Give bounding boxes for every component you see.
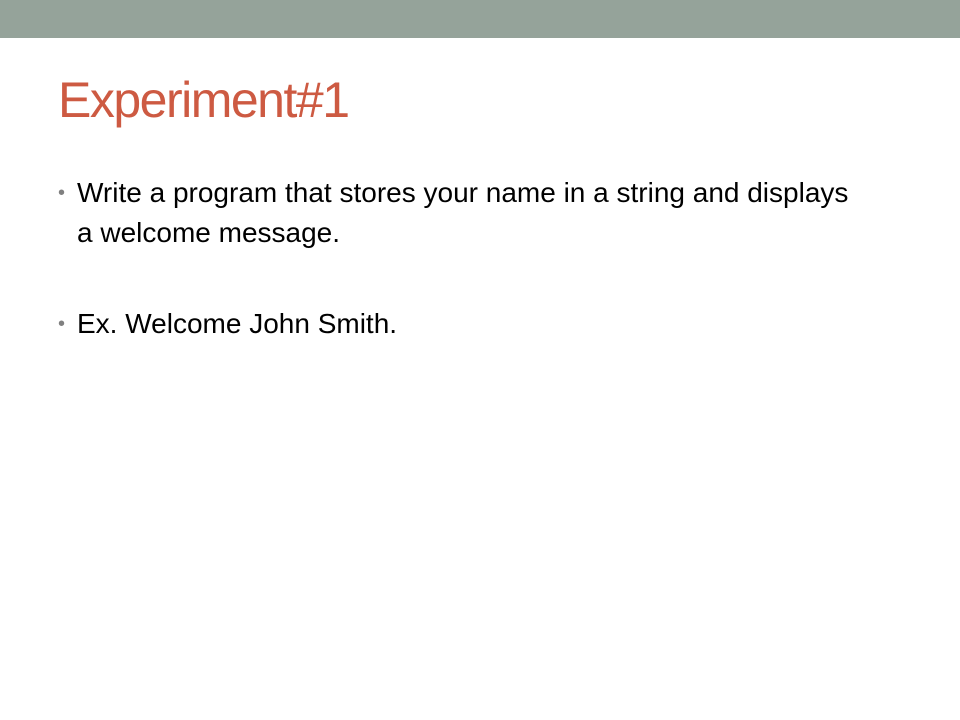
slide-title: Experiment#1	[58, 72, 350, 128]
bullet-item: • Ex. Welcome John Smith.	[58, 304, 858, 344]
bullet-list: • Write a program that stores your name …	[58, 173, 858, 395]
bullet-dot-icon: •	[58, 313, 66, 335]
top-accent-bar	[0, 0, 960, 38]
bullet-dot-icon: •	[58, 182, 66, 204]
bullet-text: Ex. Welcome John Smith.	[77, 308, 398, 339]
bullet-item: • Write a program that stores your name …	[58, 173, 858, 253]
slide: Experiment#1 • Write a program that stor…	[0, 0, 960, 720]
bullet-text: Write a program that stores your name in…	[77, 177, 849, 248]
